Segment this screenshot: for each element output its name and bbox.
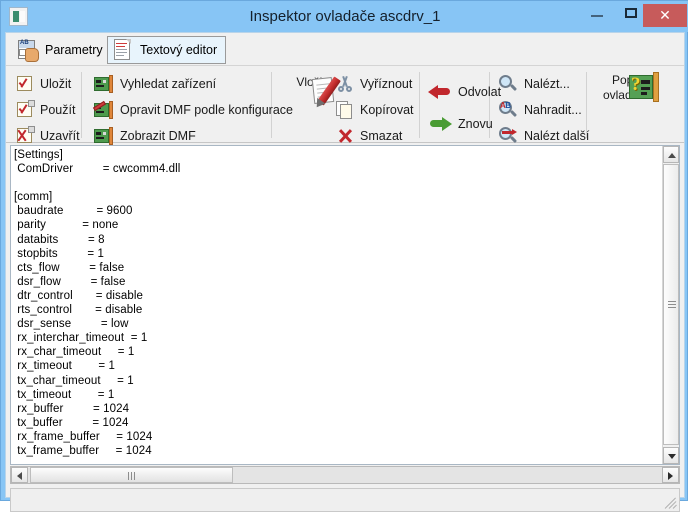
redo-arrow-icon [428,114,452,134]
toolbar-button-smazat-label: Smazat [360,129,403,143]
toolbar-button-nahradit[interactable]: AB Nahradit... [498,98,582,122]
scroll-up-button[interactable] [663,146,679,163]
scroll-down-button[interactable] [663,447,679,464]
text-editor[interactable]: [Settings] ComDriver = cwcomm4.dll [comm… [10,145,680,465]
scissors-icon [336,75,354,93]
checkbox-check-overlay-icon [16,100,35,119]
undo-arrow-icon [428,82,452,102]
delete-x-icon [336,127,354,145]
chevron-left-icon [17,472,22,480]
copy-icon [336,101,354,119]
application-window: Inspektor ovladače ascdrv_1 ✕ AB Paramet [0,0,688,512]
toolbar-button-opravit-dmf[interactable]: Opravit DMF podle konfigurace [92,98,293,122]
title-bar: Inspektor ovladače ascdrv_1 ✕ [1,1,688,32]
scroll-left-button[interactable] [11,467,28,483]
toolbar-separator [419,72,420,138]
maximize-icon [625,8,637,18]
toolbar-button-uzavrit-label: Uzavřít [40,129,80,143]
toolbar-button-kopirovat[interactable]: Kopírovat [336,98,414,122]
tab-textovy-editor-label: Textový editor [140,43,218,57]
toolbar-button-odvolat[interactable]: Odvolat [428,80,501,104]
text-document-icon [112,38,134,62]
toolbar-button-nalezt-label: Nalézt... [524,77,570,91]
close-button[interactable]: ✕ [643,4,687,27]
device-card-icon [94,75,114,93]
toolbar-button-ulozit-label: Uložit [40,77,72,91]
toolbar-button-kopirovat-label: Kopírovat [360,103,414,117]
magnifier-replace-icon: AB [498,100,518,120]
resize-grip-icon[interactable] [664,497,677,509]
horizontal-scrollbar[interactable] [10,466,680,484]
toolbar-button-odvolat-label: Odvolat [458,85,502,99]
minimize-button[interactable] [578,1,616,27]
tab-strip: AB Parametry Textový editor [6,33,684,66]
toolbar-button-nalezt[interactable]: Nalézt... [498,72,570,96]
close-icon: ✕ [659,7,671,23]
toolbar-separator [81,72,82,138]
toolbar-button-vyhledat-zarizeni-label: Vyhledat zařízení [120,77,217,91]
status-bar [10,488,680,512]
tab-textovy-editor[interactable]: Textový editor [107,36,227,64]
toolbar-button-nalezt-dalsi-label: Nalézt další [524,129,590,143]
toolbar-button-vlozit[interactable]: Vložit [280,74,342,111]
vertical-scrollbar[interactable] [662,146,679,464]
checkbox-x-overlay-icon [16,126,35,145]
toolbar-button-ulozit[interactable]: Uložit [16,72,71,96]
toolbar-button-zobrazit-dmf-label: Zobrazit DMF [120,129,196,143]
toolbar-button-znovu-label: Znovu [458,117,493,131]
toolbar-button-vyriznout[interactable]: Vyříznout [336,72,412,96]
toolbar-button-opravit-dmf-label: Opravit DMF podle konfigurace [120,103,293,117]
toolbar-button-pouzit-label: Použít [40,103,76,117]
toolbar: Uložit Použít Uzavřít Vyhledat zařízení [6,66,684,146]
parameters-icon: AB [17,39,39,62]
toolbar-button-popis-ovladace[interactable]: ? Popis ovladače [596,72,659,102]
horizontal-scrollbar-thumb[interactable] [30,467,233,483]
toolbar-button-vyriznout-label: Vyříznout [360,77,413,91]
checkbox-check-icon [16,75,34,93]
magnifier-icon [498,74,518,94]
scrollbar-grip-icon [668,300,676,309]
text-editor-content[interactable]: [Settings] ComDriver = cwcomm4.dll [comm… [14,148,654,458]
minimize-icon [591,15,603,17]
magnifier-next-icon [498,126,518,146]
toolbar-button-pouzit[interactable]: Použít [16,98,75,122]
toolbar-button-znovu[interactable]: Znovu [428,112,493,136]
tab-parametry-label: Parametry [45,43,103,57]
chevron-down-icon [668,454,676,459]
vertical-scrollbar-thumb[interactable] [663,164,679,445]
tab-parametry[interactable]: AB Parametry [13,36,111,64]
device-card-repair-icon [92,100,114,119]
scrollbar-grip-icon [127,472,137,480]
toolbar-button-vyhledat-zarizeni[interactable]: Vyhledat zařízení [94,72,216,96]
scroll-right-button[interactable] [662,467,679,483]
device-card-icon [94,127,114,145]
chevron-up-icon [668,153,676,158]
client-area: AB Parametry Textový editor Uložit Použí… [5,32,685,512]
toolbar-button-nahradit-label: Nahradit... [524,103,582,117]
chevron-right-icon [668,472,673,480]
